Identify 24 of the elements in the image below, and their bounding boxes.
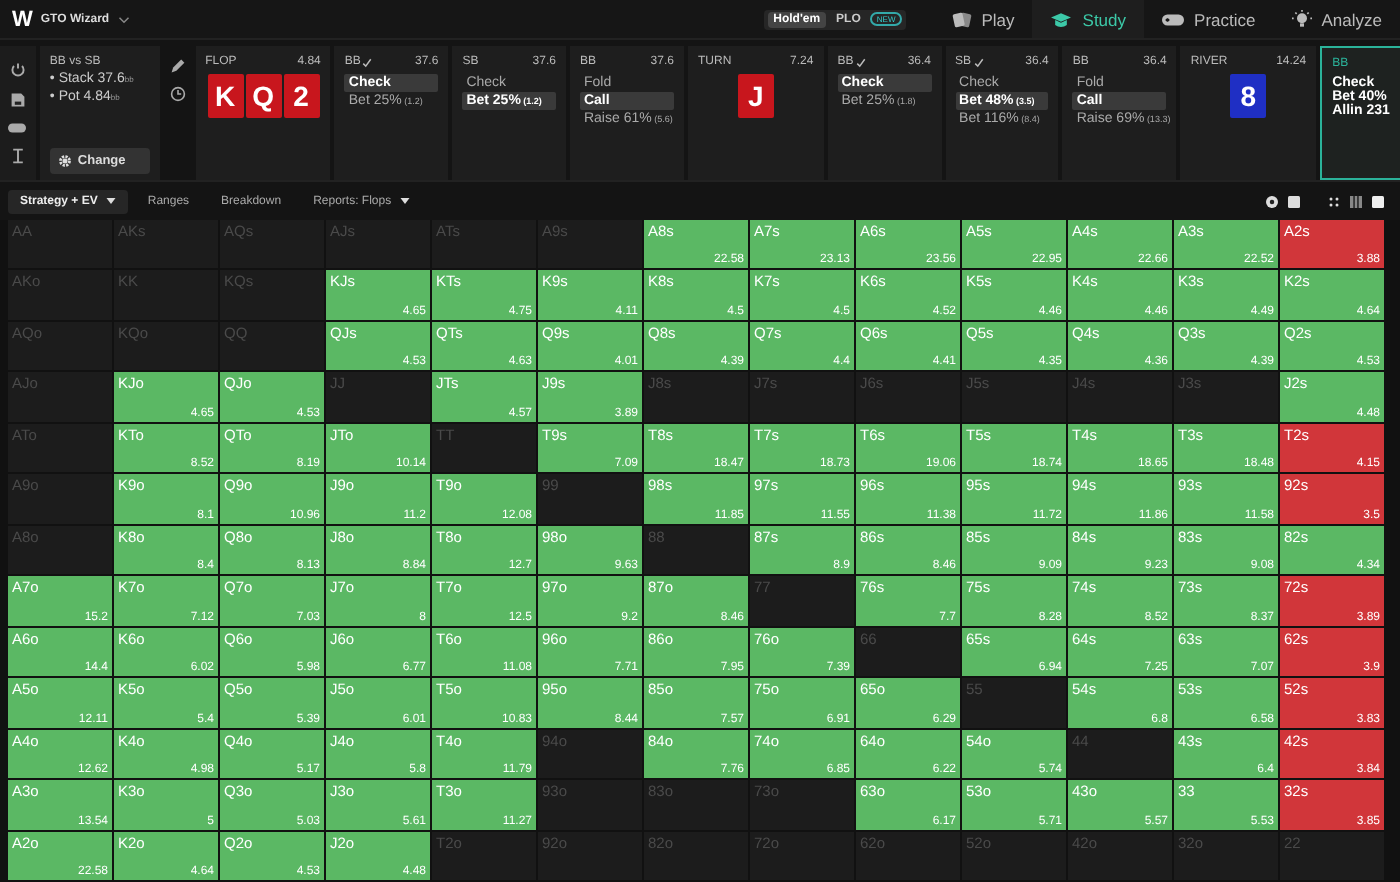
playing-card: Q	[245, 74, 282, 118]
pencil-icon[interactable]	[169, 58, 186, 74]
nav-tab[interactable]: Practice	[1144, 0, 1274, 38]
save-icon[interactable]	[9, 91, 26, 108]
lightbulb-icon	[1291, 9, 1312, 29]
logo[interactable]: W	[12, 7, 33, 31]
playing-card: J	[737, 74, 774, 118]
chip-icon[interactable]	[1266, 195, 1278, 207]
playing-card: K	[207, 74, 244, 118]
square-icon[interactable]	[1288, 195, 1300, 207]
clock-icon[interactable]	[169, 86, 186, 102]
playing-card: 2	[283, 74, 320, 118]
nav-tab[interactable]: Analyze	[1273, 0, 1400, 38]
chevron-icon[interactable]	[117, 15, 130, 23]
graduation-cap-icon	[1050, 9, 1073, 29]
playing-card: 8	[1230, 74, 1267, 118]
nav-tab[interactable]: Play	[933, 0, 1033, 38]
nav-tab[interactable]: Study	[1032, 0, 1145, 38]
columns-icon[interactable]	[1350, 195, 1362, 207]
gear-icon	[57, 154, 72, 168]
dots-icon[interactable]	[1328, 195, 1340, 207]
text-cursor-icon[interactable]	[9, 148, 26, 165]
square-icon[interactable]	[1372, 195, 1384, 207]
cards-icon	[951, 9, 972, 29]
